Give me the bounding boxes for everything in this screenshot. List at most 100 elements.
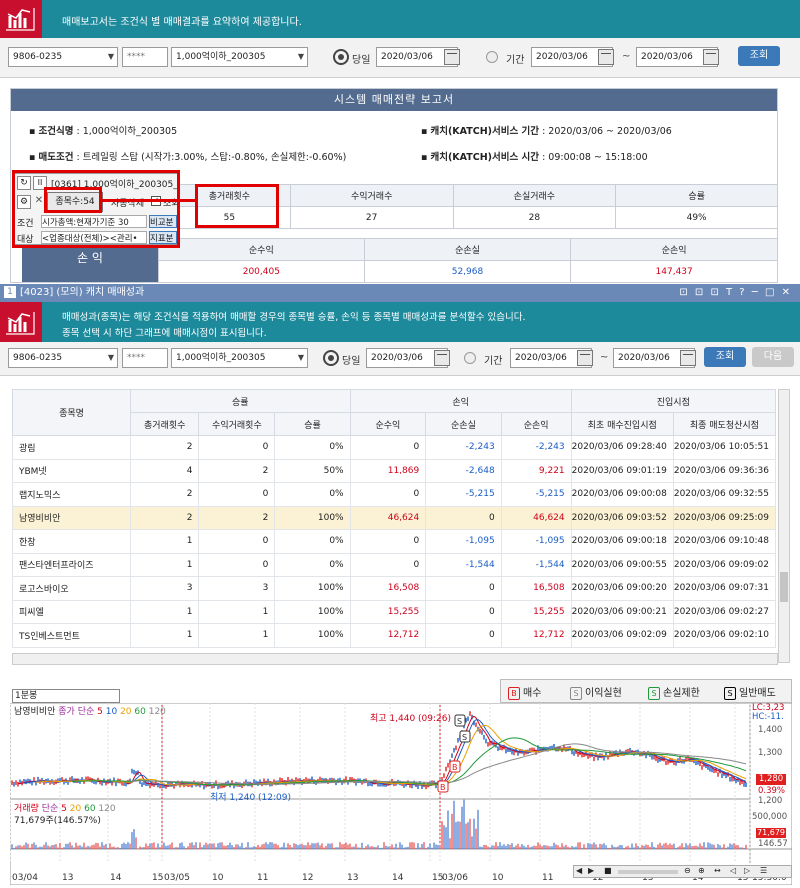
scroll-right-icon[interactable]: ▶: [588, 866, 594, 875]
col-header[interactable]: 순수익: [349, 412, 427, 436]
col-header[interactable]: 총거래횟수: [130, 412, 200, 436]
vertical-scrollbar[interactable]: [778, 389, 790, 663]
table-cell: 11,869: [349, 458, 427, 483]
last-icon[interactable]: ▷: [744, 866, 750, 875]
ma-120: 120: [148, 707, 166, 717]
next-button[interactable]: 다음: [752, 347, 794, 367]
price-tick: 1,400: [758, 725, 783, 735]
stop-icon[interactable]: ■: [604, 866, 612, 875]
password-field[interactable]: ****: [122, 348, 168, 368]
table-cell: 0: [198, 435, 276, 460]
loss-sell-icon: S: [648, 686, 660, 700]
time-label: 12: [302, 873, 313, 883]
period-radio[interactable]: [486, 51, 498, 63]
pl-value: 147,437: [570, 260, 778, 283]
chart-nav-bar: ◀ ▶ ■ ⊖ ⊕ ↔ ◁ ▷ ☰: [573, 865, 792, 878]
table-cell: 2020/03/06 09:00:08: [570, 482, 674, 507]
search-button[interactable]: 조회: [738, 46, 780, 66]
table-cell: -5,215: [425, 482, 502, 507]
legend-loss: S 손실제한: [648, 684, 700, 700]
price-chart[interactable]: BBSS 03/04 13 14 15 03/05 10 11 12 13 14 1503/06 10…: [10, 703, 792, 885]
first-icon[interactable]: ◁: [730, 866, 736, 875]
performance-table: 종목명 승률 손익 진입시점 총거래횟수 수익거래횟수 승률 순수익 순손실 순…: [11, 389, 777, 648]
settings-icon[interactable]: ☰: [760, 866, 767, 875]
calendar-icon[interactable]: [444, 49, 460, 65]
zoom-slider[interactable]: [618, 870, 678, 874]
table-row[interactable]: 로고스바이오 3 3 100% 16,508 0 16,508 2020/03/06 09:0…: [11, 576, 777, 601]
table-row[interactable]: 한창 1 0 0% 0 -1,095 -1,095 2020/03/06 09:00:18 20…: [11, 529, 777, 554]
table-cell: -2,243: [425, 435, 502, 460]
cond-name-label: 조건식명: [38, 126, 74, 137]
table-cell: 1: [130, 599, 200, 624]
table-cell: 0%: [274, 552, 351, 577]
col-header[interactable]: 순손실: [425, 412, 502, 436]
condition-select[interactable]: 1,000억이하_200305 ▼: [171, 348, 308, 368]
table-cell: 0%: [274, 482, 351, 507]
col-header[interactable]: 승률: [274, 412, 351, 436]
table-row[interactable]: 랩지노믹스 2 0 0% 0 -5,215 -5,215 2020/03/06 09:00:0…: [11, 482, 777, 507]
col-header[interactable]: 최초 매수진입시점: [570, 412, 674, 436]
period-radio[interactable]: [464, 352, 476, 364]
time-label: 14: [110, 873, 122, 883]
zoom-in-icon[interactable]: ⊕: [698, 866, 705, 875]
scroll-left-icon[interactable]: ◀: [576, 866, 582, 875]
target-icon: [323, 350, 339, 366]
time-label: 03/05: [164, 873, 190, 883]
col-header[interactable]: 최종 매도청산시점: [672, 412, 777, 436]
table-row[interactable]: YBM넷 4 2 50% 11,869 -2,648 9,221 2020/03/06 09:…: [11, 458, 777, 483]
table-cell: 16,508: [500, 576, 572, 601]
table-cell: 2020/03/06 09:10:48: [672, 529, 777, 554]
table-cell: 9,221: [500, 458, 572, 483]
table-cell: 2020/03/06 09:01:19: [570, 458, 674, 483]
condition-select[interactable]: 1,000억이하_200305 ▼: [171, 47, 308, 67]
horizontal-scrollbar[interactable]: [12, 653, 778, 665]
volume-last: 71,679: [756, 828, 786, 838]
col-stock-name[interactable]: 종목명: [11, 389, 132, 436]
time-label: 03/06: [442, 873, 468, 883]
table-row[interactable]: 광림 2 0 0% 0 -2,243 -2,243 2020/03/06 09:28:40 20…: [11, 435, 777, 460]
password-field[interactable]: ****: [122, 47, 168, 67]
price-tick: 1,300: [758, 748, 783, 758]
marker-label: S: [462, 733, 467, 742]
table-row[interactable]: 피씨엘 1 1 100% 15,255 0 15,255 2020/03/06 09:00:2…: [11, 599, 777, 624]
calendar-icon[interactable]: [434, 350, 450, 366]
cond-name-value: : 1,000억이하_200305: [76, 126, 178, 137]
table-cell: 2020/03/06 09:09:02: [672, 552, 777, 577]
calendar-icon[interactable]: [703, 49, 719, 65]
legend-buy-label: 매수: [523, 688, 542, 699]
summary-value: 27: [289, 206, 454, 229]
fit-icon[interactable]: ↔: [714, 866, 721, 875]
search-button[interactable]: 조회: [704, 347, 746, 367]
table-row[interactable]: TS인베스트먼트 1 1 100% 12,712 0 12,712 2020/03/06 09…: [11, 623, 777, 648]
window-icon: 1: [4, 286, 16, 298]
table-cell: -2,648: [425, 458, 502, 483]
catch-period-label: 캐치(KATCH)서비스 기간: [430, 126, 540, 137]
range-separator: ~: [622, 51, 631, 62]
account-select[interactable]: 9806-0235 ▼: [8, 47, 118, 67]
table-row[interactable]: 팬스타엔터프라이즈 1 0 0% 0 -1,544 -1,544 2020/03/06 09:…: [11, 552, 777, 577]
info-catch-time: ▪ 캐치(KATCH)서비스 시간 : 09:00:08 ~ 15:18:00: [421, 152, 648, 163]
chart-logo-icon: [0, 302, 42, 342]
period-label: 기간: [484, 356, 503, 367]
col-header[interactable]: 순손익: [500, 412, 572, 436]
interval-select[interactable]: 1분봉: [12, 689, 120, 703]
calendar-icon[interactable]: [577, 350, 593, 366]
table-cell: 2020/03/06 09:36:36: [672, 458, 777, 483]
scroll-thumb[interactable]: [780, 572, 788, 602]
calendar-icon[interactable]: [680, 350, 696, 366]
table-cell: 0: [425, 599, 502, 624]
account-select[interactable]: 9806-0235 ▼: [8, 348, 118, 368]
stock-name-cell: 광림: [11, 435, 132, 460]
stock-name-cell: YBM넷: [11, 458, 132, 483]
col-header[interactable]: 수익거래횟수: [198, 412, 276, 436]
legend-normal: S 일반매도: [724, 684, 776, 700]
ma-prefix: 종가 단순: [58, 707, 95, 717]
table-cell: 2020/03/06 09:00:21: [570, 599, 674, 624]
table-row[interactable]: 남영비비안 2 2 100% 46,624 0 46,624 2020/03/06 09:03…: [11, 505, 777, 530]
window-controls-icon[interactable]: ⊡ ⊡ ⊡ T ? ─ □ ✕: [679, 284, 792, 302]
zoom-out-icon[interactable]: ⊖: [684, 866, 691, 875]
legend-loss-label: 손실제한: [663, 688, 700, 699]
stock-name-cell: TS인베스트먼트: [11, 623, 132, 648]
table-cell: 0: [198, 529, 276, 554]
calendar-icon[interactable]: [598, 49, 614, 65]
